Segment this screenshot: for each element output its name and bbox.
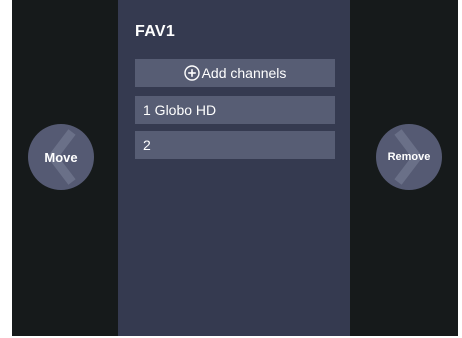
move-label: Move	[44, 149, 78, 165]
channel-row[interactable]: 1 Globo HD	[135, 96, 335, 124]
panel-title: FAV1	[135, 23, 176, 40]
add-channels-label: Add channels	[201, 65, 287, 81]
remove-button[interactable]: Remove	[376, 124, 442, 190]
plus-circle-icon	[183, 65, 200, 81]
channel-label: 2	[143, 137, 151, 153]
tv-screen: FAV1 Add channels 1 Globo HD 2 Move Remo…	[12, 0, 458, 336]
add-channels-button[interactable]: Add channels	[135, 59, 335, 87]
channel-row[interactable]: 2	[135, 131, 335, 159]
channel-label: 1 Globo HD	[143, 102, 217, 118]
favorites-panel: FAV1 Add channels 1 Globo HD 2	[118, 0, 350, 336]
move-button[interactable]: Move	[28, 124, 94, 190]
remove-label: Remove	[387, 151, 431, 163]
